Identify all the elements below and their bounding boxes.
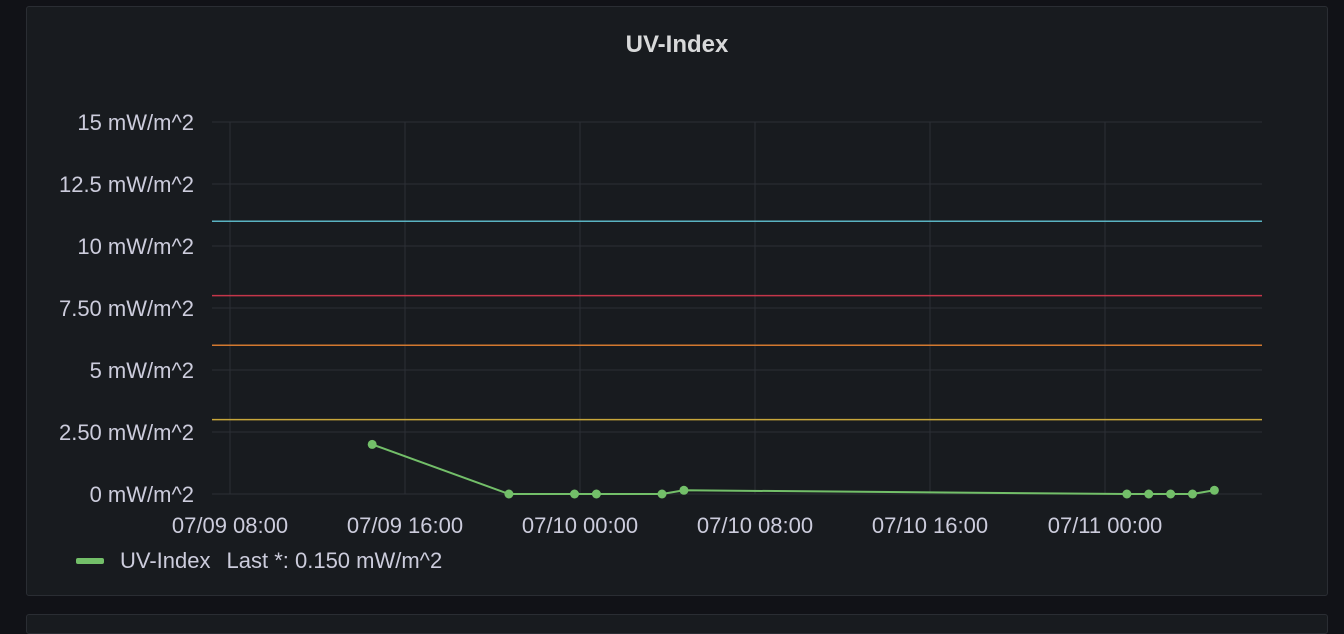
data-point xyxy=(504,489,514,499)
x-tick-label: 07/10 00:00 xyxy=(522,513,638,538)
data-point xyxy=(591,489,601,499)
line-chart: 0 mW/m^2 2.50 mW/m^2 5 mW/m^2 7.50 mW/m^2 10… xyxy=(59,110,1262,538)
x-tick-label: 07/09 16:00 xyxy=(347,513,463,538)
y-tick-label: 12.5 mW/m^2 xyxy=(59,172,194,197)
x-tick-label: 07/09 08:00 xyxy=(172,513,288,538)
legend-series-name[interactable]: UV-Index xyxy=(120,548,211,574)
y-tick-label: 15 mW/m^2 xyxy=(77,110,194,135)
data-point xyxy=(1122,489,1132,499)
x-tick-label: 07/10 16:00 xyxy=(872,513,988,538)
series-line xyxy=(371,443,1215,495)
x-tick-label: 07/11 00:00 xyxy=(1048,513,1163,538)
legend[interactable]: UV-Index Last *: 0.150 mW/m^2 xyxy=(76,548,442,574)
data-point xyxy=(367,439,377,449)
data-point xyxy=(679,485,689,495)
data-point xyxy=(570,489,580,499)
y-tick-label: 0 mW/m^2 xyxy=(90,482,194,507)
y-tick-label: 10 mW/m^2 xyxy=(77,234,194,259)
data-point xyxy=(657,489,667,499)
y-tick-label: 2.50 mW/m^2 xyxy=(59,420,194,445)
x-tick-label: 07/10 08:00 xyxy=(697,513,813,538)
data-point xyxy=(1188,489,1197,499)
y-tick-label: 7.50 mW/m^2 xyxy=(59,296,194,321)
legend-swatch xyxy=(76,558,104,564)
data-point xyxy=(1209,485,1219,495)
y-tick-label: 5 mW/m^2 xyxy=(90,358,194,383)
legend-last-value: Last *: 0.150 mW/m^2 xyxy=(226,548,443,573)
data-point xyxy=(1166,489,1176,499)
data-point xyxy=(1144,489,1154,499)
